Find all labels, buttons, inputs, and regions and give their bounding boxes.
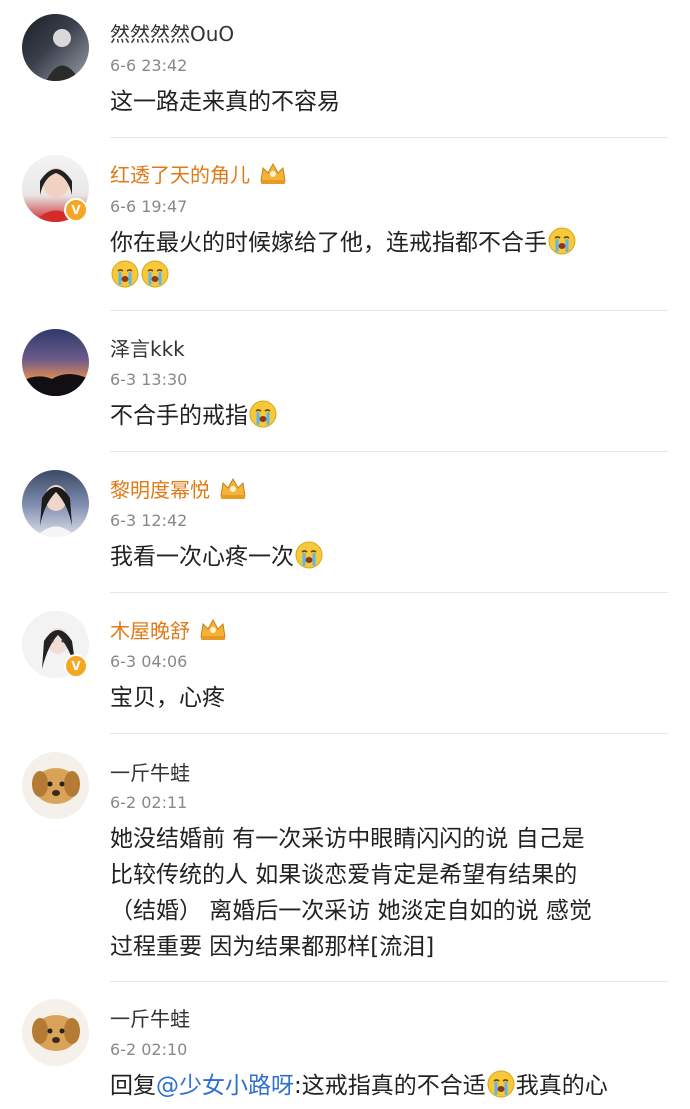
verified-badge-icon: V (64, 198, 88, 222)
timestamp: 6-3 12:42 (110, 511, 188, 530)
timestamp: 6-3 04:06 (110, 652, 188, 671)
crown-badge-icon (218, 476, 248, 500)
user-name[interactable]: 黎明度幂悦 (110, 474, 248, 503)
avatar[interactable] (22, 470, 89, 537)
crown-badge-icon (258, 161, 288, 185)
comment-text: 不合手的戒指 (110, 400, 278, 432)
user-name[interactable]: 一斤牛蛙 (110, 1003, 190, 1032)
avatar-image (36, 485, 76, 537)
crying-emoji-icon (249, 400, 277, 428)
timestamp: 6-2 02:10 (110, 1040, 188, 1059)
divider (110, 137, 668, 138)
divider (110, 451, 668, 452)
comment-text-line: 过程重要 因为结果都那样[流泪] (110, 934, 435, 960)
user-name[interactable]: 泽言kkk (110, 333, 185, 362)
divider (110, 310, 668, 311)
divider (110, 733, 668, 734)
crown-badge-icon (198, 617, 228, 641)
crying-emoji-icon (111, 260, 139, 288)
comment-emoji-line (110, 260, 170, 292)
comment-text: 你在最火的时候嫁给了他，连戒指都不合手 (110, 227, 577, 259)
avatar-image (32, 768, 80, 804)
comment-text-line: （结婚） 离婚后一次采访 她淡定自如的说 感觉 (110, 898, 592, 924)
avatar[interactable] (22, 752, 89, 819)
comment-text: 宝贝，心疼 (110, 685, 225, 711)
user-name-text: 黎明度幂悦 (110, 478, 210, 502)
comment-text-line: 不合手的戒指 (110, 403, 248, 429)
comment-text-line: 我真的心 (515, 1073, 608, 1099)
avatar-image (32, 1015, 80, 1051)
comment-text-line: :这戒指真的不合适 (294, 1073, 486, 1099)
comment-text-line: 她没结婚前 有一次采访中眼睛闪闪的说 自己是 (110, 826, 585, 852)
comment-text-line: 你在最火的时候嫁给了他，连戒指都不合手 (110, 230, 547, 256)
avatar[interactable] (22, 14, 89, 81)
timestamp: 6-2 02:11 (110, 793, 188, 812)
comment-text: 这一路走来真的不容易 (110, 89, 340, 115)
crying-emoji-icon (487, 1070, 515, 1098)
reply-prefix: 回复 (110, 1073, 156, 1099)
user-name[interactable]: 一斤牛蛙 (110, 757, 190, 786)
comment-text: 我看一次心疼一次 (110, 541, 324, 573)
crying-emoji-icon (295, 541, 323, 569)
user-name-text: 木屋晚舒 (110, 619, 190, 643)
user-name[interactable]: 然然然然OuO (110, 18, 234, 47)
comment-text-line: 我看一次心疼一次 (110, 544, 294, 570)
comment-text: 回复@少女小路呀:这戒指真的不合适 我真的心 (110, 1070, 608, 1102)
avatar[interactable] (22, 999, 89, 1066)
avatar-image (22, 374, 89, 396)
timestamp: 6-3 13:30 (110, 370, 188, 389)
comment-text-line: 比较传统的人 如果谈恋爱肯定是希望有结果的 (110, 862, 578, 888)
verified-badge-icon: V (64, 654, 88, 678)
user-name[interactable]: 木屋晚舒 (110, 615, 228, 644)
avatar[interactable] (22, 329, 89, 396)
divider (110, 592, 668, 593)
timestamp: 6-6 19:47 (110, 197, 188, 216)
avatar-image (46, 29, 80, 81)
divider (110, 981, 668, 982)
timestamp: 6-6 23:42 (110, 56, 188, 75)
mention-link[interactable]: @少女小路呀 (156, 1073, 294, 1099)
crying-emoji-icon (141, 260, 169, 288)
user-name-text: 红透了天的角儿 (110, 163, 250, 187)
user-name[interactable]: 红透了天的角儿 (110, 159, 288, 188)
crying-emoji-icon (548, 227, 576, 255)
